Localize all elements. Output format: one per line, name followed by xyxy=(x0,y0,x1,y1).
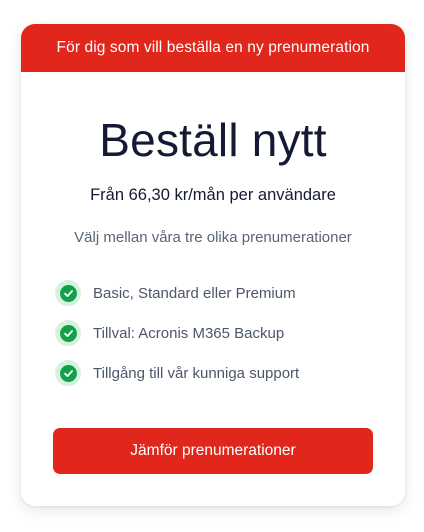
feature-list: Basic, Standard eller Premium Tillval: A… xyxy=(21,280,405,386)
compare-subscriptions-button[interactable]: Jämför prenumerationer xyxy=(53,428,373,474)
feature-label: Tillgång till vår kunniga support xyxy=(93,364,300,382)
feature-item: Tillval: Acronis M365 Backup xyxy=(55,320,405,346)
feature-item: Tillgång till vår kunniga support xyxy=(55,360,405,386)
card-banner: För dig som vill beställa en ny prenumer… xyxy=(21,24,405,72)
feature-item: Basic, Standard eller Premium xyxy=(55,280,405,306)
card-title: Beställ nytt xyxy=(99,114,327,166)
feature-label: Tillval: Acronis M365 Backup xyxy=(93,324,285,342)
subscription-card: För dig som vill beställa en ny prenumer… xyxy=(21,24,405,506)
check-circle-icon xyxy=(55,320,81,346)
check-circle-icon xyxy=(55,360,81,386)
price-text: Från 66,30 kr/mån per användare xyxy=(90,186,336,204)
feature-label: Basic, Standard eller Premium xyxy=(93,284,296,302)
check-circle-icon xyxy=(55,280,81,306)
card-subtitle: Välj mellan våra tre olika prenumeration… xyxy=(74,229,352,246)
banner-text: För dig som vill beställa en ny prenumer… xyxy=(56,39,370,56)
